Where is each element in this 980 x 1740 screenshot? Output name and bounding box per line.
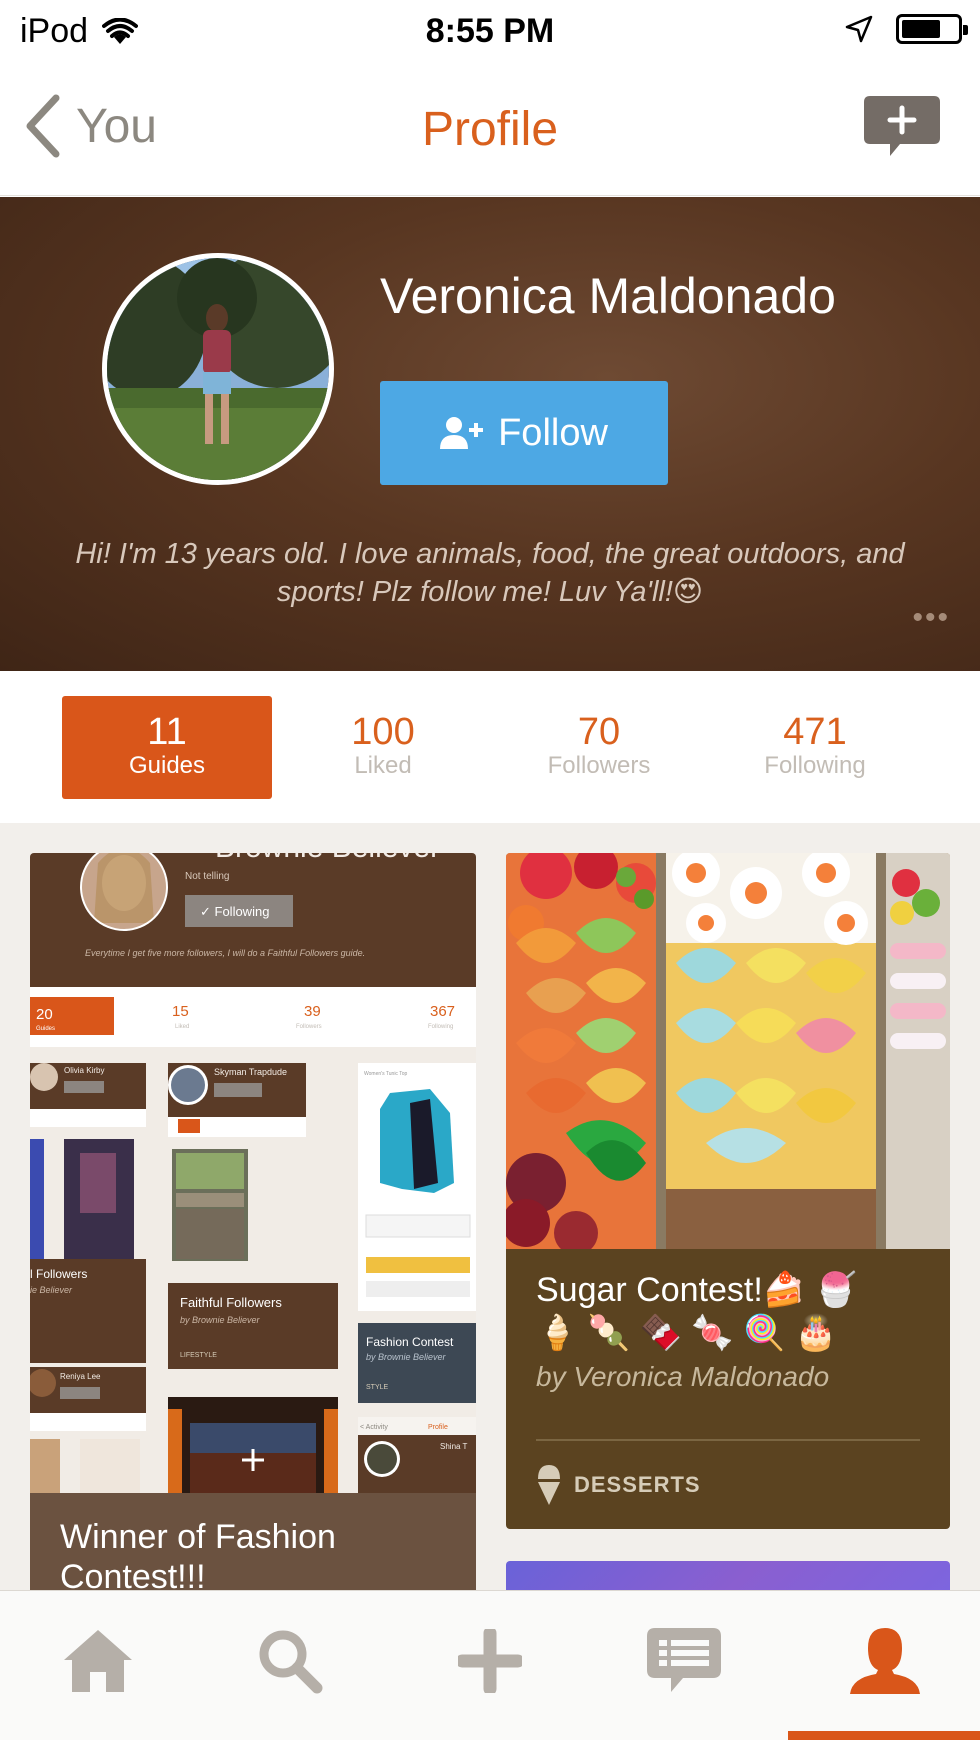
status-right: [844, 14, 968, 44]
messages-icon: [647, 1628, 721, 1692]
location-arrow-icon: [845, 15, 873, 43]
mini-followers-title: l Followers: [30, 1267, 87, 1281]
guide-author: by Veronica Maldonado: [536, 1361, 830, 1392]
guides-grid: Brownie Believer Not telling ✓ Following…: [0, 823, 980, 1590]
add-user-icon: [440, 417, 484, 449]
stat-label: Followers: [547, 752, 651, 779]
profile-icon: [850, 1628, 920, 1694]
avatar: [102, 253, 334, 485]
stats-bar: 11 Guides 100 Liked 70 Followers 471 Fol…: [0, 671, 980, 823]
mini-profile-label: Profile: [428, 1424, 448, 1431]
profile-header: Veronica Maldonado Follow Hi! I'm 13 yea…: [0, 197, 980, 671]
more-options-icon[interactable]: •••: [912, 601, 950, 635]
stat-value: 471: [783, 711, 847, 753]
stat-value: 70: [577, 711, 621, 753]
guide-card-sugar-contest[interactable]: Sugar Contest!🍰 🍧 🍦 🍡 🍫 🍬 🍭 🎂 by Veronic…: [506, 853, 950, 1529]
guide-card-fashion[interactable]: Brownie Believer Not telling ✓ Following…: [30, 853, 476, 1590]
guide-card-next[interactable]: [506, 1561, 950, 1590]
tab-home[interactable]: [58, 1621, 138, 1701]
stat-value: 11: [147, 711, 187, 753]
mini-profile-status: Not telling: [185, 871, 229, 882]
mini-following-label: ✓ Following: [200, 904, 269, 919]
mini-stat-value: 39: [304, 1003, 321, 1020]
new-message-icon: [864, 96, 940, 156]
mini-fashion-title: Fashion Contest: [366, 1335, 454, 1349]
guide-title-emoji: 🍦 🍡 🍫 🍬 🍭 🎂: [536, 1314, 838, 1352]
tab-profile[interactable]: [845, 1621, 925, 1701]
mini-profile-name: Brownie Believer: [215, 853, 440, 864]
battery-icon: [896, 14, 968, 44]
guide-cover-image: Brownie Believer Not telling ✓ Following…: [30, 853, 476, 1493]
ice-cream-icon: [538, 1465, 560, 1505]
profile-bio: Hi! I'm 13 years old. I love animals, fo…: [75, 538, 905, 608]
stat-label: Following: [764, 752, 866, 779]
mini-stat-value: 20: [36, 1006, 53, 1023]
tab-messages[interactable]: [644, 1621, 724, 1701]
guide-category-label: DESSERTS: [574, 1472, 701, 1497]
guide-title: Winner of Fashion Contest!!!: [60, 1518, 336, 1590]
guide-cover-image: [506, 853, 950, 1249]
stat-followers[interactable]: 70 Followers: [494, 696, 704, 799]
mini-stat-value: 367: [430, 1003, 455, 1020]
mini-olivia-name: Olivia Kirby: [64, 1066, 104, 1075]
mini-lifestyle-label: LIFESTYLE: [180, 1352, 217, 1359]
guide-category[interactable]: DESSERTS: [536, 1465, 701, 1505]
stat-value: 100: [351, 711, 415, 753]
stat-label: Guides: [128, 752, 206, 779]
stat-label: Liked: [354, 752, 412, 779]
tab-create[interactable]: [450, 1621, 530, 1701]
mini-stat-value: 15: [172, 1003, 189, 1020]
active-tab-indicator: [788, 1731, 980, 1740]
profile-name: Veronica Maldonado: [380, 268, 836, 324]
mini-shina-name: Shina T: [440, 1442, 468, 1451]
mini-fashion-by: by Brownie Believer: [366, 1352, 447, 1362]
nav-bar: You Profile: [0, 64, 980, 196]
tab-search[interactable]: [250, 1621, 330, 1701]
mini-followers-by: ie Believer: [30, 1285, 73, 1295]
guide-caption: Winner of Fashion Contest!!!: [30, 1493, 476, 1590]
mini-stat-label: Following: [428, 1024, 453, 1030]
guide-body: Sugar Contest!🍰 🍧 🍦 🍡 🍫 🍬 🍭 🎂 by Veronic…: [506, 1249, 950, 1529]
guide-title: Sugar Contest!🍰 🍧: [536, 1271, 857, 1309]
mini-style-label: STYLE: [366, 1384, 389, 1391]
mini-faithful-by: by Brownie Believer: [180, 1315, 261, 1325]
search-icon: [259, 1630, 323, 1694]
status-bar: iPod 8:55 PM: [0, 0, 980, 64]
mini-faithful-title: Faithful Followers: [180, 1295, 282, 1310]
stat-following[interactable]: 471 Following: [710, 696, 920, 799]
follow-label: Follow: [498, 411, 608, 454]
page-title: Profile: [421, 103, 559, 156]
home-icon: [64, 1630, 132, 1692]
stat-liked[interactable]: 100 Liked: [278, 696, 488, 799]
svg-text:Women's Tunic Top: Women's Tunic Top: [364, 1071, 408, 1077]
mini-stat-label: Liked: [175, 1024, 189, 1030]
mini-stat-label: Followers: [296, 1024, 322, 1030]
mini-reniya-name: Reniya Lee: [60, 1372, 101, 1381]
compose-button[interactable]: [864, 96, 940, 158]
divider: [536, 1439, 920, 1441]
mini-activity-label: < Activity: [360, 1424, 388, 1431]
tab-bar: [0, 1590, 980, 1740]
mini-profile-bio: Everytime I get five more followers, I w…: [85, 948, 365, 958]
follow-button[interactable]: Follow: [380, 381, 668, 485]
status-time: 8:55 PM: [425, 12, 555, 50]
stat-guides[interactable]: 11 Guides: [62, 696, 272, 799]
mini-skyman-name: Skyman Trapdude: [214, 1067, 287, 1077]
mini-stat-label: Guides: [36, 1026, 55, 1032]
plus-icon: [458, 1629, 522, 1693]
